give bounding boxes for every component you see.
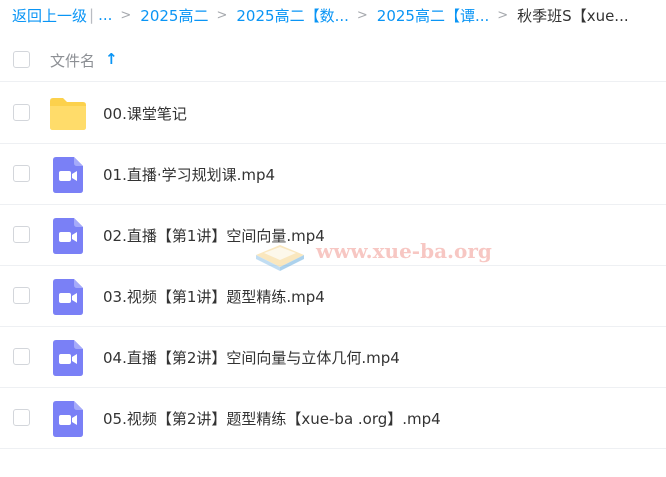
- file-list-header: 文件名 ↑: [0, 38, 666, 82]
- row-checkbox[interactable]: [13, 104, 30, 121]
- row-checkbox[interactable]: [13, 409, 30, 426]
- video-icon: [53, 401, 83, 437]
- list-item-video[interactable]: 01.直播·学习规划课.mp4: [0, 144, 666, 205]
- file-name[interactable]: 00.课堂笔记: [103, 103, 187, 124]
- list-item-video[interactable]: 03.视频【第1讲】题型精练.mp4: [0, 266, 666, 327]
- file-name[interactable]: 02.直播【第1讲】空间向量.mp4: [103, 225, 325, 246]
- breadcrumb-item-2[interactable]: 2025高二【数...: [236, 5, 348, 26]
- row-checkbox[interactable]: [13, 226, 30, 243]
- breadcrumb-ellipsis[interactable]: ...: [98, 6, 112, 24]
- arrow-up-icon[interactable]: ↑: [105, 50, 118, 68]
- row-checkbox[interactable]: [13, 165, 30, 182]
- list-item-folder[interactable]: 00.课堂笔记: [0, 83, 666, 144]
- chevron-right-icon: >: [356, 7, 368, 23]
- video-icon: [53, 218, 83, 254]
- list-item-video[interactable]: 05.视频【第2讲】题型精练【xue-ba .org】.mp4: [0, 388, 666, 449]
- select-all-checkbox[interactable]: [13, 51, 30, 68]
- video-icon: [53, 340, 83, 376]
- video-icon: [53, 279, 83, 315]
- chevron-right-icon: >: [497, 7, 509, 23]
- video-icon: [53, 157, 83, 193]
- list-item-video[interactable]: 02.直播【第1讲】空间向量.mp4: [0, 205, 666, 266]
- name-column-header[interactable]: 文件名: [50, 50, 95, 71]
- row-checkbox[interactable]: [13, 287, 30, 304]
- breadcrumb-item-3[interactable]: 2025高二【谭...: [377, 5, 489, 26]
- list-item-video[interactable]: 04.直播【第2讲】空间向量与立体几何.mp4: [0, 327, 666, 388]
- breadcrumb: 返回上一级 | ... > 2025高二 > 2025高二【数... > 202…: [0, 0, 666, 30]
- breadcrumb-divider: |: [89, 6, 95, 24]
- back-link[interactable]: 返回上一级: [12, 5, 87, 26]
- file-name[interactable]: 05.视频【第2讲】题型精练【xue-ba .org】.mp4: [103, 408, 441, 429]
- chevron-right-icon: >: [216, 7, 228, 23]
- folder-icon: [50, 98, 86, 130]
- chevron-right-icon: >: [120, 7, 132, 23]
- row-checkbox[interactable]: [13, 348, 30, 365]
- file-name[interactable]: 04.直播【第2讲】空间向量与立体几何.mp4: [103, 347, 400, 368]
- file-name[interactable]: 01.直播·学习规划课.mp4: [103, 164, 275, 185]
- file-name[interactable]: 03.视频【第1讲】题型精练.mp4: [103, 286, 325, 307]
- breadcrumb-current: 秋季班S【xue...: [517, 6, 629, 25]
- breadcrumb-item-1[interactable]: 2025高二: [140, 5, 208, 26]
